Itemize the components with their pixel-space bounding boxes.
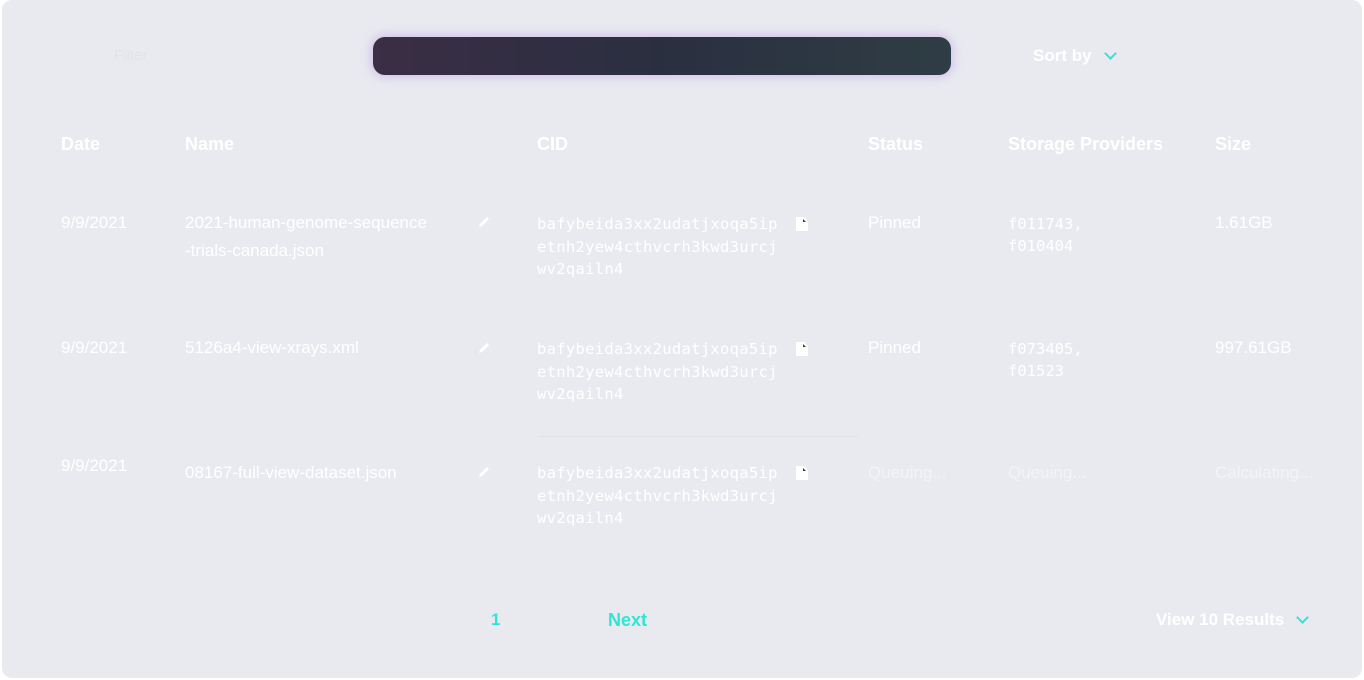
sort-label: Sort by xyxy=(1033,46,1092,65)
row-3-size: Calculating... xyxy=(1215,463,1314,482)
row-3-name[interactable]: 08167-full-view-dataset.json xyxy=(185,459,397,487)
pencil-icon[interactable] xyxy=(476,464,492,480)
sort-dropdown[interactable]: Sort by xyxy=(1033,46,1117,66)
row-1-cid: bafybeida3xx2udatjxoqa5ipetnh2yew4cthvcr… xyxy=(537,215,778,278)
row-1-provider-1: f011743, xyxy=(1008,215,1083,233)
chevron-down-icon xyxy=(1296,611,1310,624)
row-1-date: 9/9/2021 xyxy=(61,213,128,232)
pagination-page-1[interactable]: 1 xyxy=(491,610,500,630)
row-2-provider-1: f073405, xyxy=(1008,340,1083,358)
row-1-name-line1: 2021-human-genome-sequence xyxy=(185,213,427,232)
row-1-size: 1.61GB xyxy=(1215,213,1273,232)
copy-icon[interactable] xyxy=(795,341,809,357)
column-header-date[interactable]: Date xyxy=(61,134,100,155)
row-3-date: 9/9/2021 xyxy=(61,456,128,475)
chevron-down-icon xyxy=(1103,47,1117,60)
row-1-storage-providers: f011743, f010404 xyxy=(1008,213,1083,257)
row-3-storage-providers: Queuing... xyxy=(1008,463,1087,482)
row-divider xyxy=(538,436,858,437)
column-header-name[interactable]: Name xyxy=(185,134,234,155)
row-3-name-line1: 08167-full-view-dataset.json xyxy=(185,463,397,482)
column-header-size[interactable]: Size xyxy=(1215,134,1251,155)
pencil-icon[interactable] xyxy=(476,340,492,356)
results-per-page-dropdown[interactable]: View 10 Results xyxy=(1156,610,1310,630)
copy-icon[interactable] xyxy=(795,465,809,481)
row-2-storage-providers: f073405, f01523 xyxy=(1008,338,1083,382)
row-3-status: Queuing... xyxy=(868,463,947,482)
pencil-icon[interactable] xyxy=(476,214,492,230)
column-header-status[interactable]: Status xyxy=(868,134,923,155)
row-2-date: 9/9/2021 xyxy=(61,338,128,357)
row-1-name-line2: -trials-canada.json xyxy=(185,241,324,260)
row-2-provider-2: f01523 xyxy=(1008,362,1064,380)
row-1-provider-2: f010404 xyxy=(1008,237,1074,255)
next-page-button[interactable]: Next xyxy=(608,610,647,631)
files-panel: Filter Sort by Date Name CID Status Stor… xyxy=(2,0,1362,678)
row-2-status: Pinned xyxy=(868,338,921,357)
column-header-storage-providers[interactable]: Storage Providers xyxy=(1008,134,1163,155)
search-input[interactable] xyxy=(373,37,951,75)
row-2-name-line1: 5126a4-view-xrays.xml xyxy=(185,338,359,357)
row-2-name[interactable]: 5126a4-view-xrays.xml xyxy=(185,334,359,362)
row-3-cid: bafybeida3xx2udatjxoqa5ipetnh2yew4cthvcr… xyxy=(537,464,778,527)
row-1-status: Pinned xyxy=(868,213,921,232)
row-2-size: 997.61GB xyxy=(1215,338,1292,357)
column-header-cid[interactable]: CID xyxy=(537,134,568,155)
copy-icon[interactable] xyxy=(795,216,809,232)
row-2-cid: bafybeida3xx2udatjxoqa5ipetnh2yew4cthvcr… xyxy=(537,340,778,403)
results-per-page-label: View 10 Results xyxy=(1156,610,1285,629)
row-1-name[interactable]: 2021-human-genome-sequence -trials-canad… xyxy=(185,209,427,265)
filter-label: Filter xyxy=(114,47,148,64)
